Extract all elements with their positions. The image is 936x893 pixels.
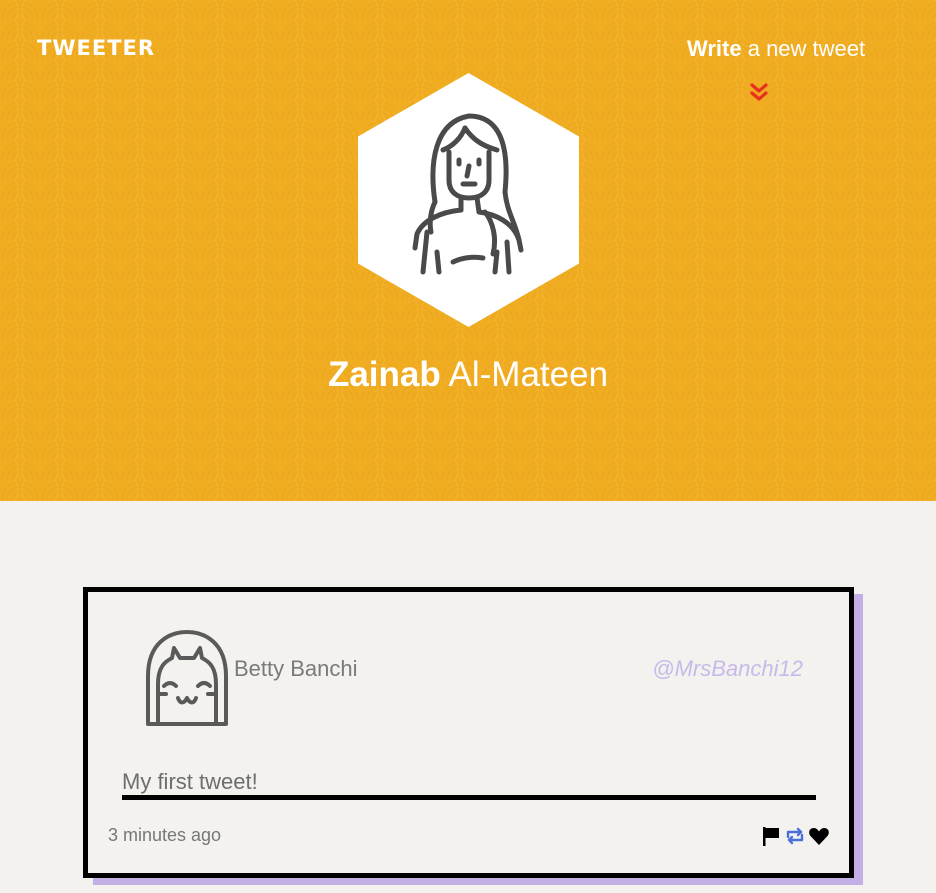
tweet-timestamp: 3 minutes ago <box>108 825 222 845</box>
tweet-divider <box>122 795 816 800</box>
tweet-actions <box>760 825 830 847</box>
woman-avatar-icon <box>358 73 579 327</box>
profile-last-name: Al-Mateen <box>440 355 609 394</box>
tweet-text: My first tweet! <box>122 769 258 794</box>
app-logo[interactable]: TWEETER <box>37 36 155 60</box>
profile-header: TWEETER Write a new tweet Zainab Al-Mate… <box>0 0 936 501</box>
flag-icon[interactable] <box>760 825 782 847</box>
profile-first-name: Zainab <box>327 355 441 394</box>
tweet-author-name[interactable]: Betty Banchi <box>234 656 358 682</box>
smiling-girl-avatar-icon <box>146 630 228 726</box>
retweet-icon[interactable] <box>784 825 806 847</box>
tweet-card: Betty Banchi @MrsBanchi12 My first tweet… <box>83 587 854 878</box>
heart-icon[interactable] <box>808 825 830 847</box>
tweet-author-handle[interactable]: @MrsBanchi12 <box>652 656 803 682</box>
double-chevron-down-icon[interactable] <box>749 82 769 104</box>
profile-name: Zainab Al-Mateen <box>0 355 936 395</box>
write-new-tweet-link[interactable]: Write a new tweet <box>687 36 865 62</box>
compose-link-bold: Write <box>687 36 742 61</box>
compose-link-rest: a new tweet <box>741 36 866 61</box>
